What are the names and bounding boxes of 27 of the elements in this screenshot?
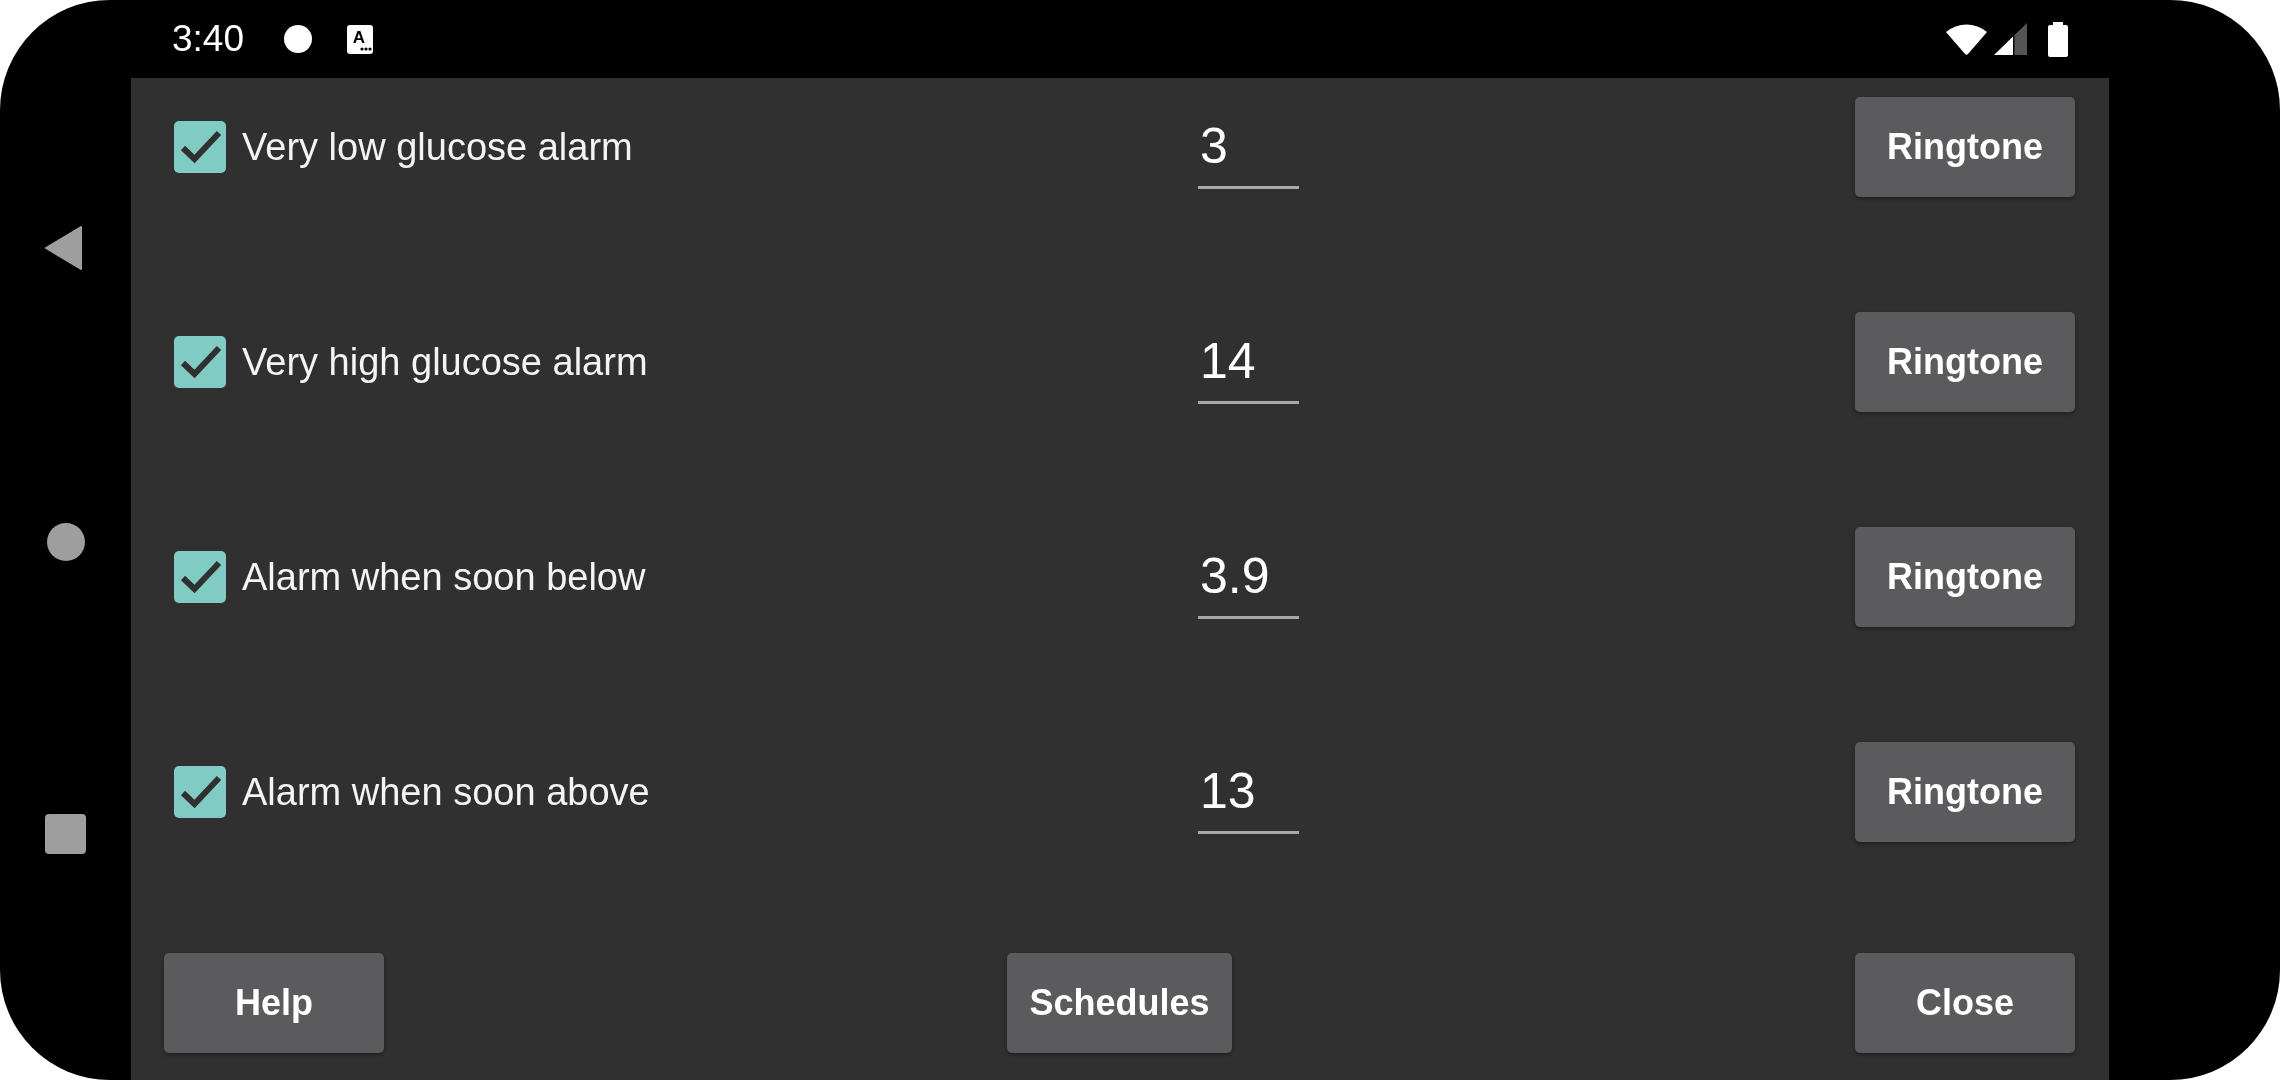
dialog-button[interactable]: Close (1855, 953, 2075, 1053)
alarm-label: Alarm when soon above (242, 770, 650, 815)
checkbox[interactable] (174, 551, 226, 603)
value-field[interactable]: 14 (1198, 331, 1299, 404)
home-icon[interactable] (46, 523, 85, 561)
dialog-button[interactable]: Schedules (1007, 953, 1232, 1053)
circle-icon (284, 25, 312, 53)
ringtone-button[interactable]: Ringtone (1855, 97, 2075, 197)
back-icon[interactable] (44, 226, 83, 270)
value-field[interactable]: 13 (1198, 761, 1299, 834)
alarm-label: Very low glucose alarm (242, 125, 633, 170)
checkbox[interactable] (174, 121, 226, 173)
wifi-icon (1946, 23, 1987, 55)
battery-icon (2048, 21, 2068, 57)
value-field[interactable]: 3 (1198, 116, 1299, 189)
ringtone-button[interactable]: Ringtone (1855, 312, 2075, 412)
value-field[interactable]: 3.9 (1198, 546, 1299, 619)
alarm-label: Alarm when soon below (242, 555, 646, 600)
ringtone-button[interactable]: Ringtone (1855, 527, 2075, 627)
notification-icon: A (347, 24, 373, 54)
alarm-label: Very high glucose alarm (242, 340, 648, 385)
checkbox[interactable] (174, 766, 226, 818)
ringtone-button[interactable]: Ringtone (1855, 742, 2075, 842)
signal-icon (1994, 23, 2027, 55)
checkbox[interactable] (174, 336, 226, 388)
dialog-button[interactable]: Help (164, 953, 384, 1053)
status-time: 3:40 (172, 19, 244, 59)
